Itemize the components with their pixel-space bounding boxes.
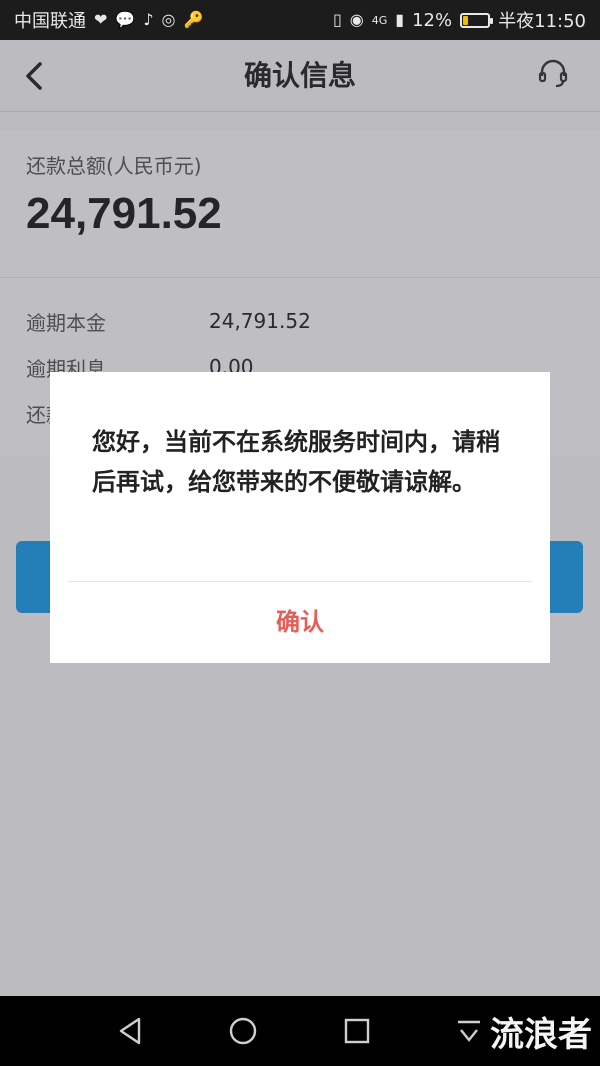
status-bar: 中国联通 ❤ 💬 ♪ ◎ 🔑 ▯ ◉ 4G ▮ 12% 半夜11:50 [0, 0, 600, 40]
alert-dialog: 您好，当前不在系统服务时间内，请稍后再试，给您带来的不便敬请谅解。 确认 [50, 372, 550, 663]
home-circle-icon[interactable] [226, 1014, 260, 1048]
eye-icon: ◉ [349, 10, 364, 29]
back-triangle-icon[interactable] [113, 1014, 147, 1048]
vibrate-icon: ▯ [332, 10, 342, 29]
network-type: 4G [371, 13, 388, 27]
clock: 半夜11:50 [498, 11, 586, 32]
dialog-message: 您好，当前不在系统服务时间内，请稍后再试，给您带来的不便敬请谅解。 [92, 428, 500, 496]
key-icon: 🔑 [183, 10, 204, 29]
signal-icon: ▮ [395, 10, 405, 29]
battery-icon [460, 12, 494, 28]
chat-icon: 💬 [115, 10, 136, 29]
app-icon: ◎ [161, 10, 176, 29]
watermark: 流浪者 [490, 1015, 592, 1055]
recents-square-icon[interactable] [340, 1014, 374, 1048]
confirm-button[interactable]: 确认 [50, 582, 550, 663]
battery-percent: 12% [412, 9, 453, 31]
notification-pull-icon[interactable] [452, 1014, 486, 1048]
music-app-icon: ♪ [143, 10, 154, 29]
system-nav-bar: 流浪者 [0, 996, 600, 1066]
heart-icon: ❤ [94, 10, 108, 29]
carrier-name: 中国联通 [14, 11, 86, 32]
